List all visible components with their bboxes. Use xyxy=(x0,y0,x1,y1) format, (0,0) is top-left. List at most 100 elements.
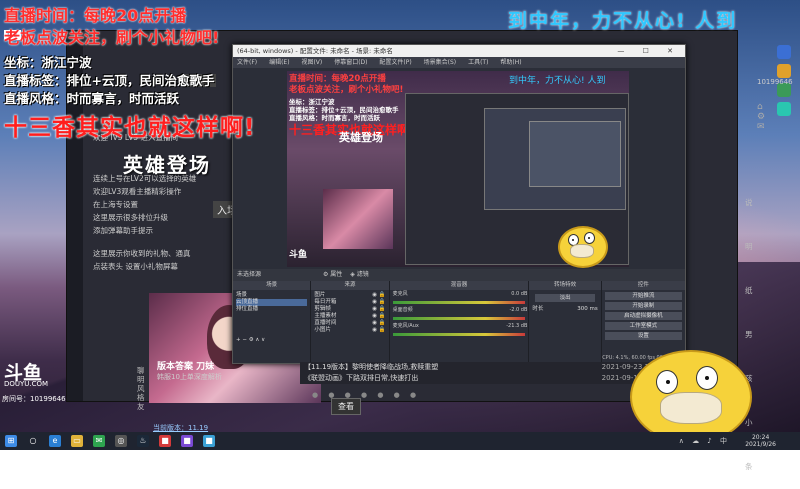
folder-icon[interactable]: ▭ xyxy=(71,435,83,447)
duck-beak xyxy=(660,392,722,424)
eye-lock-icon[interactable]: ◉ 🔒 xyxy=(372,313,385,320)
filters-button[interactable]: 滤镜 xyxy=(357,271,369,278)
app-icon[interactable]: ■ xyxy=(159,435,171,447)
volume-meter[interactable] xyxy=(392,317,526,320)
menu-item[interactable]: 停靠窗口(D) xyxy=(334,59,367,66)
menu-item[interactable]: 视图(V) xyxy=(301,59,322,66)
list-item[interactable]: 《联盟动画》下路双排日常,快速打出2021-09-19 10:51:15 xyxy=(300,373,680,384)
hero-title: 英雄登场 xyxy=(123,153,211,177)
desktop-icon[interactable] xyxy=(777,102,791,116)
obs-titlebar[interactable]: (64-bit, windows) - 配置文件: 未命名 - 场景: 未命名 … xyxy=(233,45,685,57)
obs-window[interactable]: (64-bit, windows) - 配置文件: 未命名 - 场景: 未命名 … xyxy=(232,44,686,364)
mixer-dock[interactable]: 混音器 麦克风 0.0 dB 桌面音频 -2.0 dB 麦克风/Aux -21.3 d… xyxy=(389,281,530,363)
mixer-db: -2.0 dB xyxy=(509,307,528,313)
news-title: 《联盟动画》下路双排日常,快速打出 xyxy=(304,374,419,382)
poster-subtitle: 韩服10上单深度解析 xyxy=(157,373,222,381)
start-streaming-button[interactable]: 开始推流 xyxy=(604,292,682,300)
volume-meter[interactable] xyxy=(392,333,526,336)
mixer-channel-name: 麦克风 xyxy=(392,291,408,297)
overlay-scroll-text: 到中年，力不从心! 人到 xyxy=(508,10,738,32)
search-icon[interactable]: ○ xyxy=(27,435,39,447)
psyduck-sticker xyxy=(630,330,752,444)
duck-eye xyxy=(656,370,678,394)
overlay-follow: 老板点波关注，刷个小礼物吧! xyxy=(4,28,220,47)
menu-item[interactable]: 场景集合(S) xyxy=(424,59,457,66)
gear-icon[interactable]: ⚙ xyxy=(323,271,328,278)
window-controls[interactable]: — ☐ ✕ xyxy=(617,45,681,57)
source-label: 剪辑帧 xyxy=(314,306,331,312)
mixer-channel-name: 桌面音频 xyxy=(392,307,413,313)
eye-lock-icon[interactable]: ◉ 🔒 xyxy=(372,299,385,306)
preview-follow: 老板点波关注，刷个小礼物吧! xyxy=(289,85,404,95)
vertical-label: 聊明风格友 xyxy=(137,366,145,411)
right-item: 说明 xyxy=(745,198,753,251)
taskbar: ⊞ ○ e ▭ ✉ ◎ ♨ ■ ■ ■ ∧ ☁ ♪ 中 20:24 2021/9… xyxy=(0,432,800,450)
properties-button[interactable]: 属性 xyxy=(330,271,342,278)
eye-lock-icon[interactable]: ◉ 🔒 xyxy=(372,306,385,313)
source-item[interactable]: 主播素材 ◉ 🔒 xyxy=(314,313,385,320)
taskbar-clock[interactable]: 20:24 2021/9/26 xyxy=(745,434,776,448)
news-title: 【11.19版本】黎明使者降临战场,救赎重塑 xyxy=(304,363,439,371)
desktop-icon[interactable] xyxy=(777,64,791,78)
source-item[interactable]: 剪辑帧 ◉ 🔒 xyxy=(314,306,385,313)
preview-hero: 英雄登场 xyxy=(339,131,383,144)
obs-title: (64-bit, windows) - 配置文件: 未命名 - 场景: 未命名 xyxy=(237,47,393,55)
scenes-dock[interactable]: 场景 场景 云顶直播 排位直播 + − ⚙ ∧ ∨ xyxy=(233,281,312,363)
source-item[interactable]: 直播时间 ◉ 🔒 xyxy=(314,320,385,327)
transition-select[interactable]: 淡出 xyxy=(535,294,595,302)
list-item[interactable]: 【11.19版本】黎明使者降临战场,救赎重塑 2021-09-23 10:57:0… xyxy=(300,362,680,373)
pager-dots[interactable]: ● ● ● ● ● ● ● xyxy=(312,391,420,399)
system-tray[interactable]: ∧ ☁ ♪ 中 xyxy=(679,436,730,446)
controls-header: 控件 xyxy=(601,281,685,290)
scenes-header: 场景 xyxy=(233,281,311,290)
overlay-big-line: 十三香其实也就这样啊! xyxy=(4,115,256,141)
windows-icon[interactable]: ⊞ xyxy=(5,435,17,447)
clock-time: 20:24 xyxy=(751,434,770,441)
obs-menubar[interactable]: 文件(F) 编辑(E) 视图(V) 停靠窗口(D) 配置文件(P) 场景集合(S… xyxy=(233,57,685,68)
view-button[interactable]: 查看 xyxy=(331,398,361,415)
duration-input[interactable]: 300 ms xyxy=(577,306,597,313)
start-recording-button[interactable]: 开始录制 xyxy=(604,302,682,310)
obs-docks: 场景 场景 云顶直播 排位直播 + − ⚙ ∧ ∨ 来源 图片 ◉ 🔒 每日开箱 ◉… xyxy=(233,281,685,363)
transitions-dock[interactable]: 转场特效 淡出 时长 300 ms xyxy=(529,281,602,363)
source-label: 小图片 xyxy=(314,327,331,333)
source-item[interactable]: 图片 ◉ 🔒 xyxy=(314,292,385,299)
menu-item[interactable]: 工具(T) xyxy=(468,59,488,66)
sources-dock[interactable]: 来源 图片 ◉ 🔒 每日开箱 ◉ 🔒 剪辑帧 ◉ 🔒 主播素材 ◉ 🔒 直播时间 ◉ 🔒 … xyxy=(311,281,390,363)
desktop-icon[interactable] xyxy=(777,45,791,59)
duck-pupil xyxy=(666,380,670,384)
source-label: 图片 xyxy=(314,292,326,298)
preview-poster xyxy=(323,189,393,249)
menu-item[interactable]: 配置文件(P) xyxy=(379,59,411,66)
scene-item[interactable]: 排位直播 xyxy=(236,306,307,313)
chat-icon[interactable]: ✉ xyxy=(93,435,105,447)
eye-lock-icon[interactable]: ◉ 🔒 xyxy=(372,292,385,299)
overlay-tags: 直播标签：排位+云顶，民间治愈歌手 xyxy=(4,73,215,88)
eye-lock-icon[interactable]: ◉ 🔒 xyxy=(372,320,385,327)
filter-icon[interactable]: ◈ xyxy=(350,271,355,278)
mixer-header: 混音器 xyxy=(389,281,529,290)
studio-mode-button[interactable]: 工作室模式 xyxy=(604,322,682,330)
volume-meter[interactable] xyxy=(392,301,526,304)
toolbar-icons[interactable]: ⌂ ⚙ ✉ xyxy=(757,102,770,132)
source-toolbar[interactable]: 未选择源 ⚙ 属性 ◈ 滤镜 xyxy=(233,269,685,281)
edge-icon[interactable]: e xyxy=(49,435,61,447)
room-id: 房间号：10199646 xyxy=(2,395,66,403)
add-remove-icons[interactable]: + − ⚙ ∧ ∨ xyxy=(236,337,307,344)
source-item[interactable]: 每日开箱 ◉ 🔒 xyxy=(314,299,385,306)
steam-icon[interactable]: ♨ xyxy=(137,435,149,447)
app-icon[interactable]: ■ xyxy=(203,435,215,447)
menu-item[interactable]: 帮助(H) xyxy=(500,59,521,66)
mixer-channel-name: 麦克风/Aux xyxy=(392,323,419,329)
eye-lock-icon[interactable]: ◉ 🔒 xyxy=(372,327,385,334)
scene-item[interactable]: 场景 xyxy=(236,292,307,299)
menu-item[interactable]: 编辑(E) xyxy=(269,59,289,66)
source-item[interactable]: 小图片 ◉ 🔒 xyxy=(314,327,385,334)
no-source-label: 未选择源 xyxy=(237,271,262,278)
app-icon[interactable]: ■ xyxy=(181,435,193,447)
virtual-camera-button[interactable]: 启动虚拟摄像机 xyxy=(604,312,682,320)
menu-item[interactable]: 文件(F) xyxy=(237,59,257,66)
obs-icon[interactable]: ◎ xyxy=(115,435,127,447)
transitions-header: 转场特效 xyxy=(529,281,601,290)
scene-item[interactable]: 云顶直播 xyxy=(236,299,308,306)
